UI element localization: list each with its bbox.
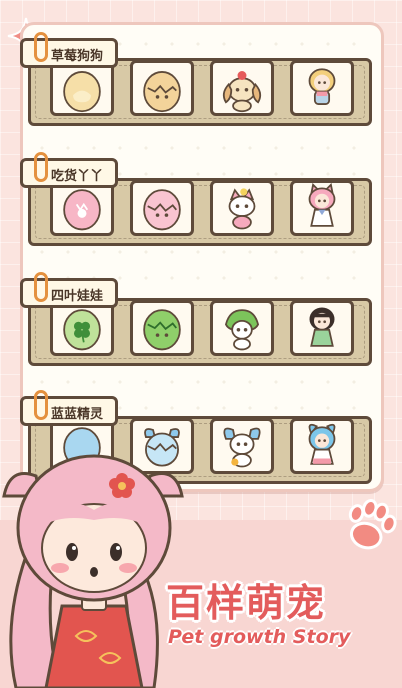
paperclip-icon [34, 390, 48, 420]
clover-sprite-icon[interactable] [210, 300, 274, 356]
paw-print-icon [348, 499, 397, 550]
blue-bunny-icon[interactable] [210, 418, 274, 474]
game-subtitle: Pet growth Story [168, 626, 351, 648]
foodie-cat-girl-icon[interactable] [290, 180, 354, 236]
pet-row-clover: 四叶娃娃 [20, 272, 372, 366]
paperclip-icon [34, 32, 48, 62]
pink-haired-girl-mascot [2, 454, 184, 688]
foodie-egg-icon[interactable] [50, 180, 114, 236]
pet-row-strawberry-dog: 草莓狗狗 [20, 32, 372, 126]
strawberry-dog-girl-icon[interactable] [290, 60, 354, 116]
paperclip-icon [34, 272, 48, 302]
pet-row-foodie: 吃货丫丫 [20, 152, 372, 246]
strawberry-dog-icon[interactable] [210, 60, 274, 116]
strawberry-dog-cracked-egg-icon[interactable] [130, 60, 194, 116]
foodie-cat-icon[interactable] [210, 180, 274, 236]
game-title: 百样萌宠 [166, 580, 327, 625]
clover-girl-icon[interactable] [290, 300, 354, 356]
foodie-cracked-egg-icon[interactable] [130, 180, 194, 236]
clover-egg-icon[interactable] [50, 300, 114, 356]
blue-bunny-girl-icon[interactable] [290, 418, 354, 474]
paperclip-icon [34, 152, 48, 182]
strawberry-dog-egg-icon[interactable] [50, 60, 114, 116]
clover-cracked-egg-icon[interactable] [130, 300, 194, 356]
